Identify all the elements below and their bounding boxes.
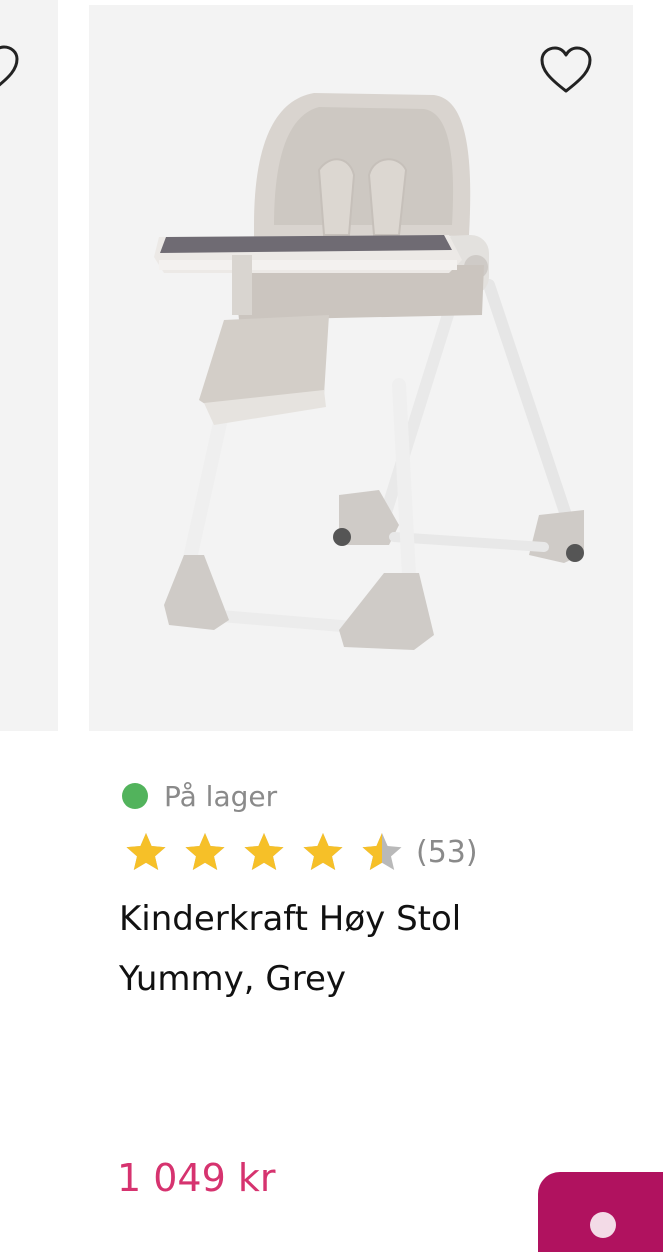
rating-stars	[124, 830, 419, 874]
product-title[interactable]: Kinderkraft Høy Stol Yummy, Grey	[119, 889, 539, 1009]
star-icon	[126, 833, 166, 870]
heart-outline-icon[interactable]	[0, 44, 20, 94]
stock-status-label: På lager	[164, 779, 278, 813]
product-title-line-2: Yummy, Grey	[119, 959, 347, 999]
product-rating[interactable]: (53)	[124, 828, 478, 876]
stock-status: På lager	[122, 779, 278, 813]
product-title-line-1: Kinderkraft Høy Stol	[119, 899, 462, 939]
star-icon	[244, 833, 284, 870]
high-chair-illustration	[154, 93, 584, 650]
star-icon	[185, 833, 225, 870]
star-icon	[362, 833, 402, 870]
product-image[interactable]	[89, 5, 633, 731]
add-to-cart-button[interactable]	[538, 1172, 663, 1252]
cart-icon	[590, 1212, 616, 1238]
previous-product-image[interactable]	[0, 0, 58, 731]
in-stock-indicator-icon	[122, 783, 148, 809]
product-price: 1 049 kr	[117, 1156, 276, 1200]
star-icon	[303, 833, 343, 870]
review-count: (53)	[416, 834, 478, 870]
